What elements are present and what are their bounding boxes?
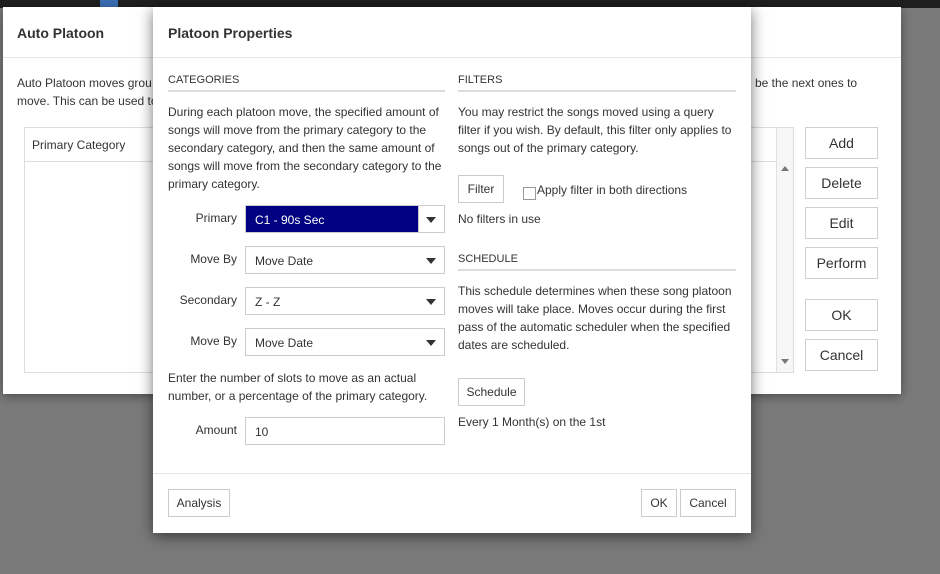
bg-ok-button[interactable]: OK xyxy=(805,299,878,331)
chevron-down-icon[interactable] xyxy=(426,340,436,346)
scroll-up-icon[interactable] xyxy=(781,166,789,171)
primary-select[interactable]: C1 - 90s Sec xyxy=(245,205,445,233)
dialog-header: Platoon Properties xyxy=(153,7,751,58)
amount-input[interactable]: 10 xyxy=(245,417,445,445)
categories-heading: CATEGORIES xyxy=(168,74,445,92)
chevron-down-icon[interactable] xyxy=(426,217,436,223)
dialog-footer-divider xyxy=(153,473,751,474)
move-by-primary-value: Move Date xyxy=(255,254,314,268)
select-separator xyxy=(418,206,419,232)
edit-button[interactable]: Edit xyxy=(805,207,878,239)
primary-label: Primary xyxy=(195,211,237,225)
secondary-label: Secondary xyxy=(179,293,237,307)
amount-help-text: Enter the number of slots to move as an … xyxy=(168,371,428,403)
chevron-down-icon[interactable] xyxy=(426,299,436,305)
apply-both-label[interactable]: Apply filter in both directions xyxy=(537,181,687,199)
filter-status: No filters in use xyxy=(458,212,541,226)
schedule-description: This schedule determines when these song… xyxy=(458,284,732,352)
perform-button[interactable]: Perform xyxy=(805,247,878,279)
apply-both-checkbox[interactable] xyxy=(523,187,536,200)
auto-platoon-title: Auto Platoon xyxy=(17,25,105,41)
schedule-heading: SCHEDULE xyxy=(458,253,736,271)
secondary-select-value: Z - Z xyxy=(255,295,281,309)
column-primary-category[interactable]: Primary Category xyxy=(32,138,125,152)
delete-button[interactable]: Delete xyxy=(805,167,878,199)
platoon-properties-dialog: Platoon Properties CATEGORIES During eac… xyxy=(153,7,751,533)
primary-select-value: C1 - 90s Sec xyxy=(255,213,325,227)
scroll-down-icon[interactable] xyxy=(781,359,789,364)
categories-description: During each platoon move, the specified … xyxy=(168,105,442,191)
table-scrollbar[interactable] xyxy=(776,128,793,372)
schedule-button[interactable]: Schedule xyxy=(458,378,525,406)
amount-input-value: 10 xyxy=(255,425,269,439)
analysis-button[interactable]: Analysis xyxy=(168,489,230,517)
move-by-label-2: Move By xyxy=(190,334,237,348)
secondary-select[interactable]: Z - Z xyxy=(245,287,445,315)
chevron-down-icon[interactable] xyxy=(426,258,436,264)
bg-cancel-button[interactable]: Cancel xyxy=(805,339,878,371)
add-button[interactable]: Add xyxy=(805,127,878,159)
dialog-title: Platoon Properties xyxy=(168,25,293,41)
ok-button[interactable]: OK xyxy=(641,489,677,517)
auto-platoon-description: Auto Platoon moves grou move. This can b… xyxy=(17,76,158,108)
cancel-button[interactable]: Cancel xyxy=(680,489,736,517)
filters-description: You may restrict the songs moved using a… xyxy=(458,105,732,155)
move-by-primary-select[interactable]: Move Date xyxy=(245,246,445,274)
auto-platoon-description-right: be the next ones to xyxy=(755,76,858,90)
schedule-summary: Every 1 Month(s) on the 1st xyxy=(458,415,606,429)
move-by-label: Move By xyxy=(190,252,237,266)
filters-heading: FILTERS xyxy=(458,74,736,92)
amount-label: Amount xyxy=(195,423,237,437)
move-by-secondary-select[interactable]: Move Date xyxy=(245,328,445,356)
move-by-secondary-value: Move Date xyxy=(255,336,314,350)
filter-button[interactable]: Filter xyxy=(458,175,504,203)
